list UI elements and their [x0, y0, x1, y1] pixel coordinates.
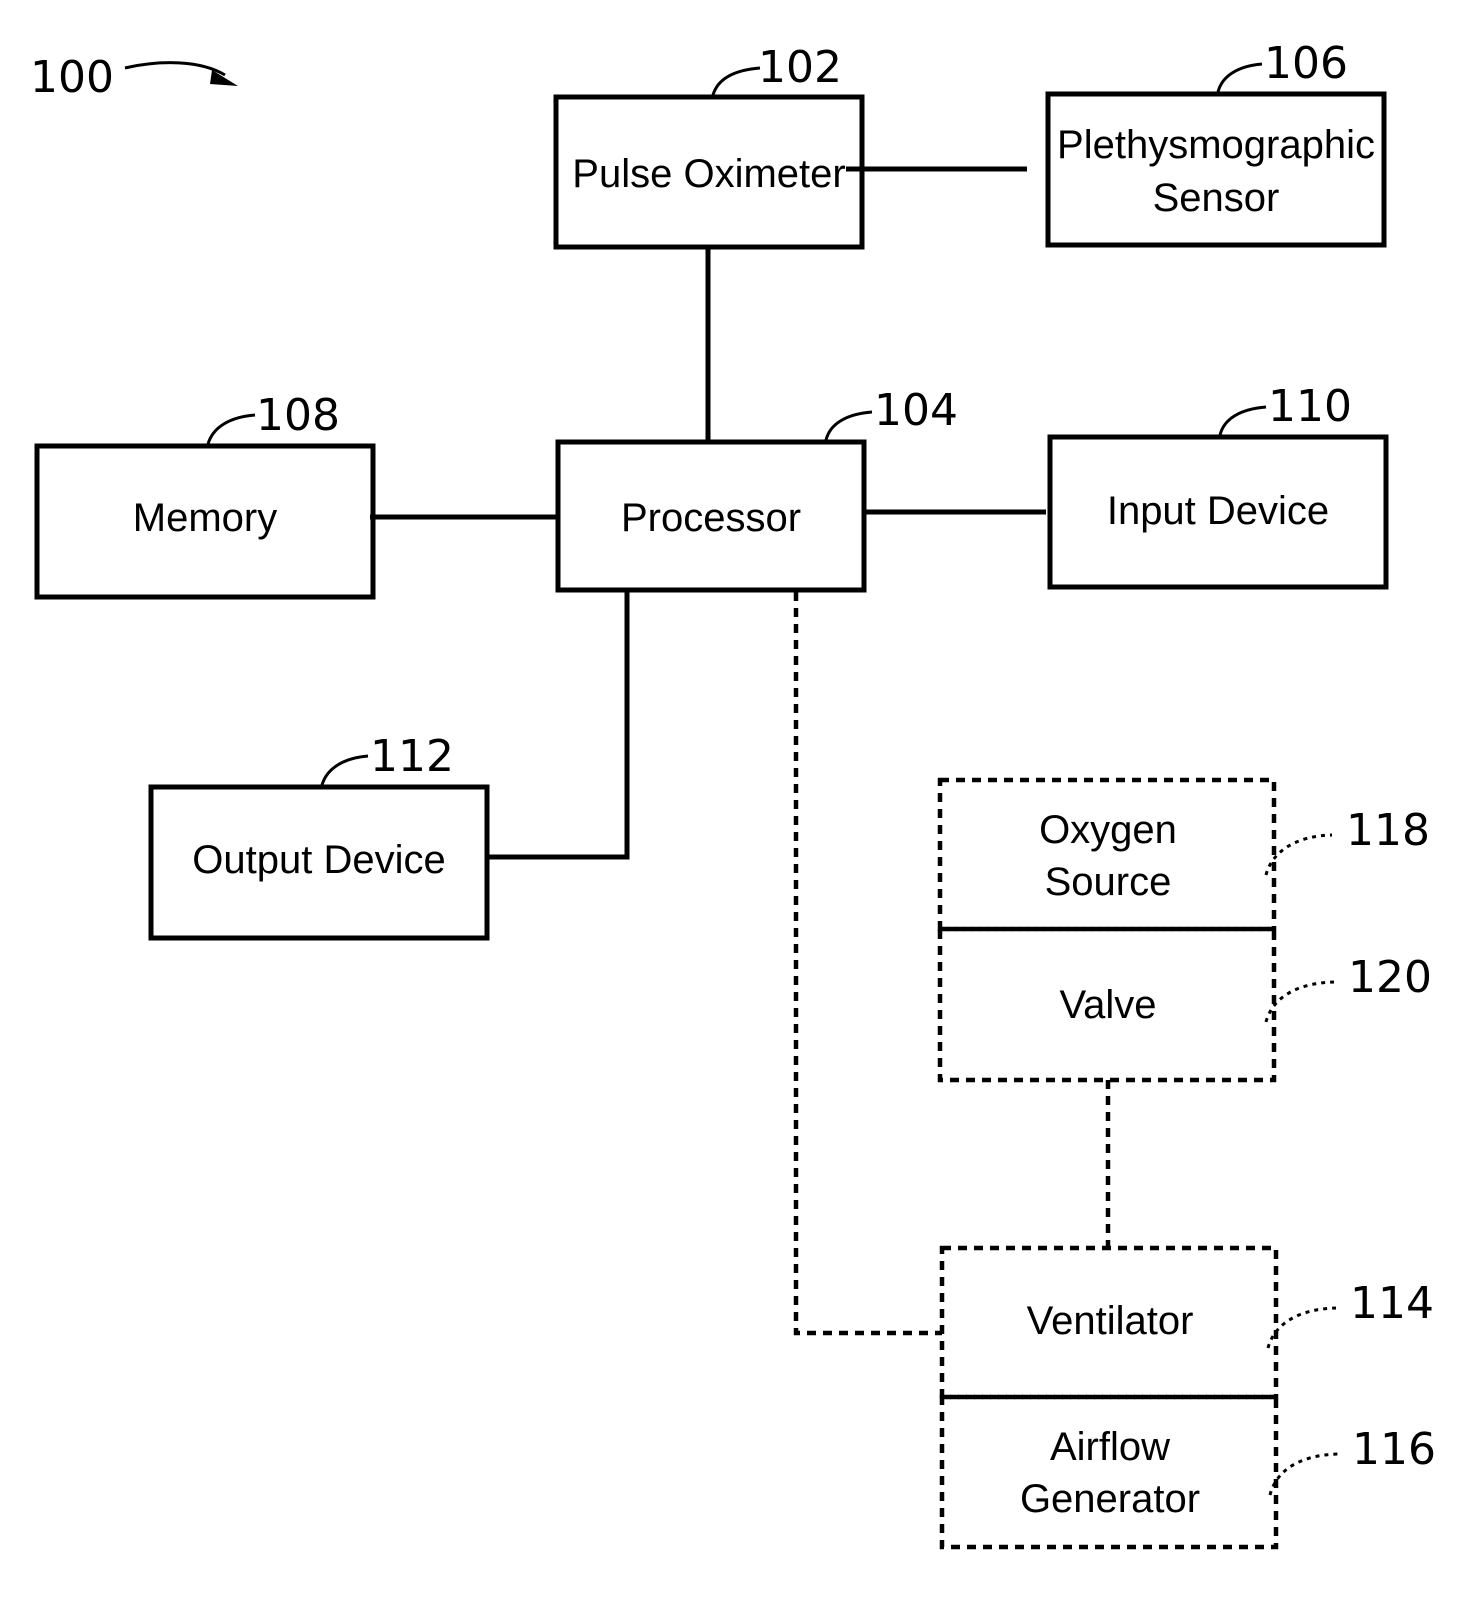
block-frame [937, 777, 1277, 932]
ref-leader [1218, 405, 1267, 436]
block-label: Input Device [1107, 489, 1329, 533]
arrow-head-icon [210, 70, 238, 86]
block-label: Ventilator [1027, 1299, 1194, 1343]
block-label-line1: Plethysmographic [1057, 123, 1375, 167]
diagram-canvas: 100 Pulse Oximeter 102 Plethysmographic … [0, 0, 1480, 1603]
block-ventilator[interactable]: Ventilator 114 [939, 1245, 1434, 1400]
block-label: Memory [133, 496, 277, 540]
block-oxygen-source[interactable]: Oxygen Source 118 [937, 777, 1430, 932]
connection-processor-ventilator [793, 592, 942, 1336]
ref-label: 106 [1264, 38, 1348, 89]
ref-label: 110 [1268, 381, 1352, 432]
block-frame [1045, 91, 1387, 248]
figure-ref-label: 100 [30, 52, 114, 103]
block-label: Pulse Oximeter [572, 152, 845, 196]
connections [370, 166, 1111, 1336]
ref-label: 118 [1346, 805, 1430, 856]
ref-label: 114 [1350, 1278, 1434, 1329]
block-label-line2: Sensor [1153, 176, 1280, 220]
block-diagram: 100 Pulse Oximeter 102 Plethysmographic … [30, 38, 1436, 1550]
ref-leader [824, 410, 873, 441]
block-label-line1: Oxygen [1039, 808, 1177, 852]
ref-leader [1268, 1452, 1339, 1496]
block-frame [939, 1394, 1279, 1550]
ref-leader [711, 66, 761, 96]
block-memory[interactable]: Memory 108 [34, 390, 376, 600]
ref-leader [206, 413, 256, 445]
block-label: Output Device [192, 838, 445, 882]
ref-label: 104 [874, 385, 958, 436]
ref-label: 112 [370, 731, 454, 782]
block-label: Valve [1059, 983, 1156, 1027]
connection-processor-output [487, 590, 630, 860]
block-pulse-oximeter[interactable]: Pulse Oximeter 102 [553, 42, 865, 250]
block-label: Processor [621, 496, 801, 540]
block-airflow-generator[interactable]: Airflow Generator 116 [939, 1394, 1436, 1550]
block-plethysmographic-sensor[interactable]: Plethysmographic Sensor 106 [1045, 38, 1387, 248]
ref-leader [1216, 62, 1263, 93]
block-label-line2: Source [1045, 860, 1172, 904]
block-output-device[interactable]: Output Device 112 [148, 731, 490, 941]
block-valve[interactable]: Valve 120 [937, 926, 1432, 1083]
block-label-line1: Airflow [1050, 1425, 1170, 1469]
ref-label: 108 [256, 390, 340, 441]
figure-arrow [124, 61, 226, 77]
ref-label: 102 [758, 42, 842, 93]
ref-label: 120 [1348, 952, 1432, 1003]
block-processor[interactable]: Processor 104 [555, 385, 958, 593]
ref-leader [320, 754, 369, 786]
figure-label: 100 [30, 52, 238, 103]
block-input-device[interactable]: Input Device 110 [1047, 381, 1389, 590]
block-label-line2: Generator [1020, 1477, 1200, 1521]
ref-label: 116 [1352, 1424, 1436, 1475]
